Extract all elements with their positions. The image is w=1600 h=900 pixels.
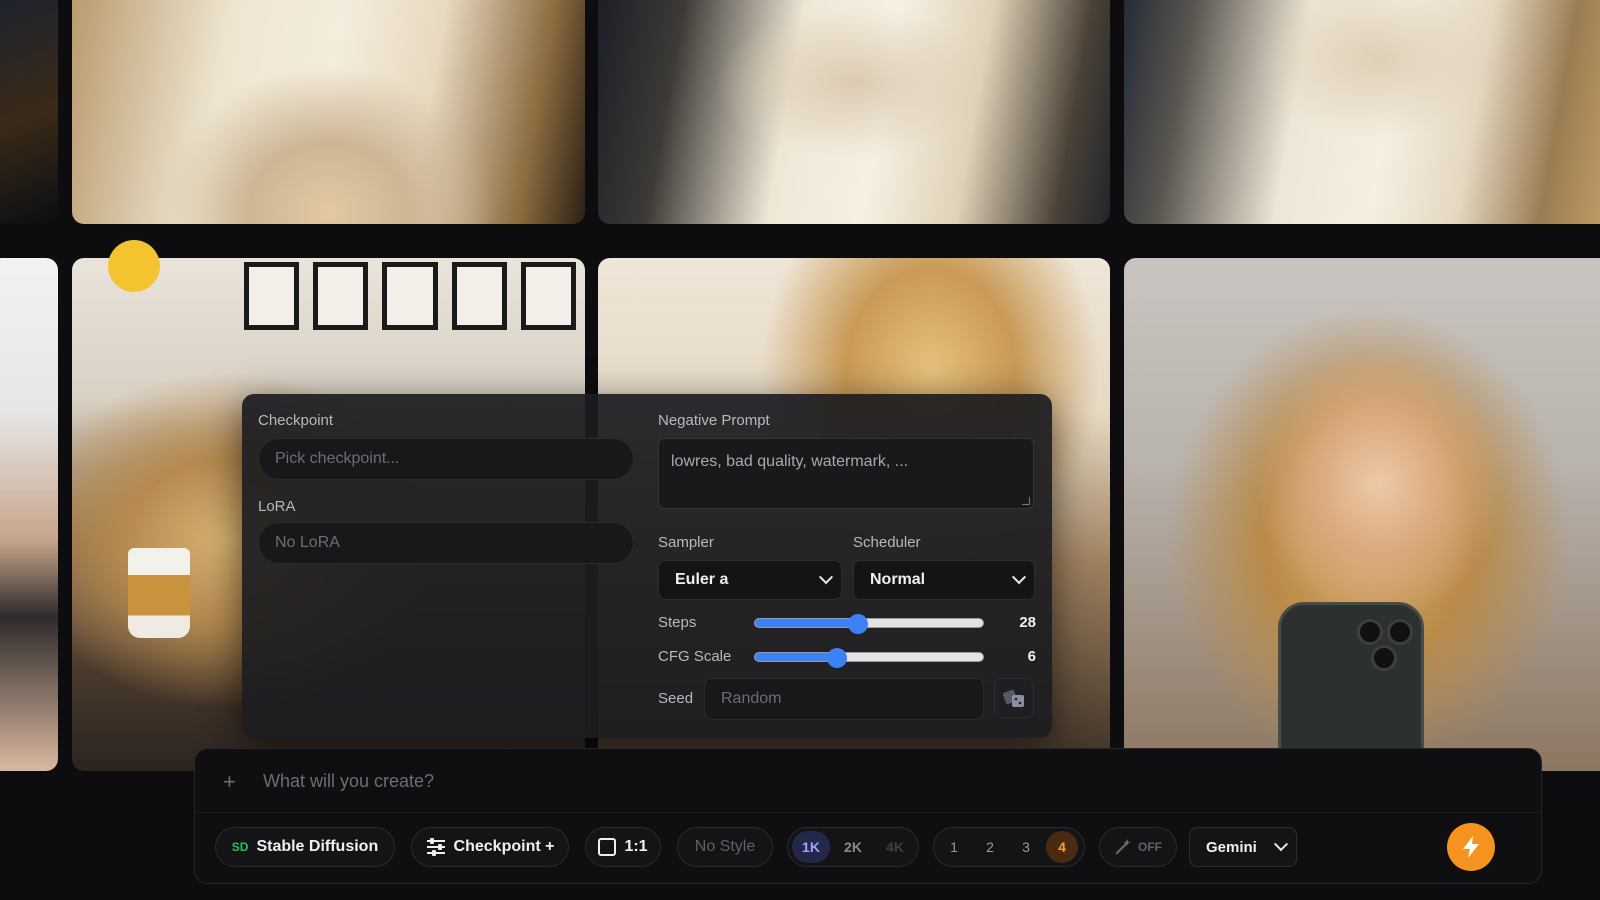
prompt-input[interactable] [263, 765, 1463, 797]
count-4[interactable]: 4 [1046, 831, 1078, 863]
seed-input[interactable]: Random [704, 678, 984, 720]
checkpoint-input[interactable]: Pick checkpoint... [258, 438, 634, 480]
model-selector-button[interactable]: SD Stable Diffusion [215, 827, 395, 867]
negative-prompt-label: Negative Prompt [658, 412, 770, 429]
scheduler-select[interactable]: Normal [853, 560, 1035, 600]
cfg-scale-slider[interactable] [754, 648, 984, 668]
lora-placeholder: No LoRA [275, 534, 340, 551]
photo-frames-decoration [240, 258, 580, 398]
style-button[interactable]: No Style [677, 827, 773, 867]
lora-label: LoRA [258, 498, 296, 515]
sd-badge: SD [231, 840, 249, 854]
enhance-toggle[interactable]: OFF [1099, 827, 1177, 867]
app-stage: Checkpoint Pick checkpoint... LoRA No Lo… [0, 0, 1600, 900]
resolution-2k[interactable]: 2K [834, 831, 872, 863]
resolution-group: 1K 2K 4K [787, 827, 919, 867]
sampler-value: Euler a [675, 571, 729, 588]
gallery-image[interactable] [598, 0, 1110, 224]
lightning-icon [1463, 836, 1479, 858]
aspect-ratio-label: 1:1 [624, 838, 648, 855]
enhance-toggle-label: OFF [1138, 840, 1162, 854]
checkpoint-button[interactable]: Checkpoint + [411, 827, 569, 867]
prompt-bar: + SD Stable Diffusion Checkpoint + 1:1 N… [194, 748, 1542, 884]
lora-input[interactable]: No LoRA [258, 522, 634, 564]
sampler-label: Sampler [658, 534, 714, 551]
randomize-seed-button[interactable] [994, 678, 1034, 718]
cfg-slider-fill [755, 653, 838, 661]
magic-wand-icon [1115, 839, 1131, 855]
prompt-row: + [195, 749, 1541, 813]
cfg-scale-value: 6 [1027, 648, 1036, 665]
resolution-4k: 4K [886, 839, 904, 855]
square-icon [598, 838, 617, 856]
seed-label: Seed [658, 690, 694, 707]
sliders-icon [426, 838, 445, 856]
llm-select[interactable]: Gemini [1189, 827, 1297, 867]
model-name: Stable Diffusion [256, 838, 379, 855]
negative-prompt-placeholder: lowres, bad quality, watermark, ... [671, 453, 909, 470]
gallery-image[interactable] [1124, 0, 1600, 224]
resolution-1k[interactable]: 1K [792, 831, 830, 863]
generate-button[interactable] [1447, 823, 1495, 871]
checkpoint-placeholder: Pick checkpoint... [275, 450, 400, 467]
gallery-image[interactable] [0, 0, 58, 224]
gallery-image[interactable] [72, 0, 585, 224]
scheduler-label: Scheduler [853, 534, 921, 551]
llm-select-value: Gemini [1206, 838, 1257, 856]
count-3[interactable]: 3 [1010, 831, 1042, 863]
plus-icon[interactable]: + [223, 769, 236, 795]
image-count-group: 1 2 3 4 [933, 827, 1085, 867]
checkpoint-label: Checkpoint [258, 412, 334, 429]
chevron-down-icon [818, 570, 834, 585]
steps-slider-thumb[interactable] [847, 614, 868, 634]
cfg-scale-label: CFG Scale [658, 648, 732, 665]
advanced-settings-panel: Checkpoint Pick checkpoint... LoRA No Lo… [242, 394, 1052, 738]
gallery-image[interactable] [0, 258, 58, 771]
steps-slider[interactable] [754, 614, 984, 634]
count-2[interactable]: 2 [974, 831, 1006, 863]
dice-icon [1002, 689, 1024, 707]
style-label: No Style [694, 838, 756, 855]
negative-prompt-textarea[interactable]: lowres, bad quality, watermark, ... [658, 438, 1034, 509]
scheduler-value: Normal [870, 571, 926, 588]
chevron-down-icon [1273, 837, 1289, 852]
steps-slider-fill [755, 619, 858, 627]
coffee-cup-decoration [128, 548, 190, 638]
aspect-ratio-button[interactable]: 1:1 [585, 827, 661, 867]
cfg-slider-thumb[interactable] [827, 648, 848, 668]
steps-label: Steps [658, 614, 697, 631]
checkpoint-button-label: Checkpoint + [453, 838, 555, 855]
steps-value: 28 [1019, 614, 1036, 631]
resize-handle[interactable] [1022, 497, 1030, 505]
seed-placeholder: Random [721, 690, 782, 707]
sampler-select[interactable]: Euler a [658, 560, 842, 600]
chevron-down-icon [1011, 570, 1027, 585]
yellow-dot-decoration [108, 240, 160, 292]
count-1[interactable]: 1 [938, 831, 970, 863]
